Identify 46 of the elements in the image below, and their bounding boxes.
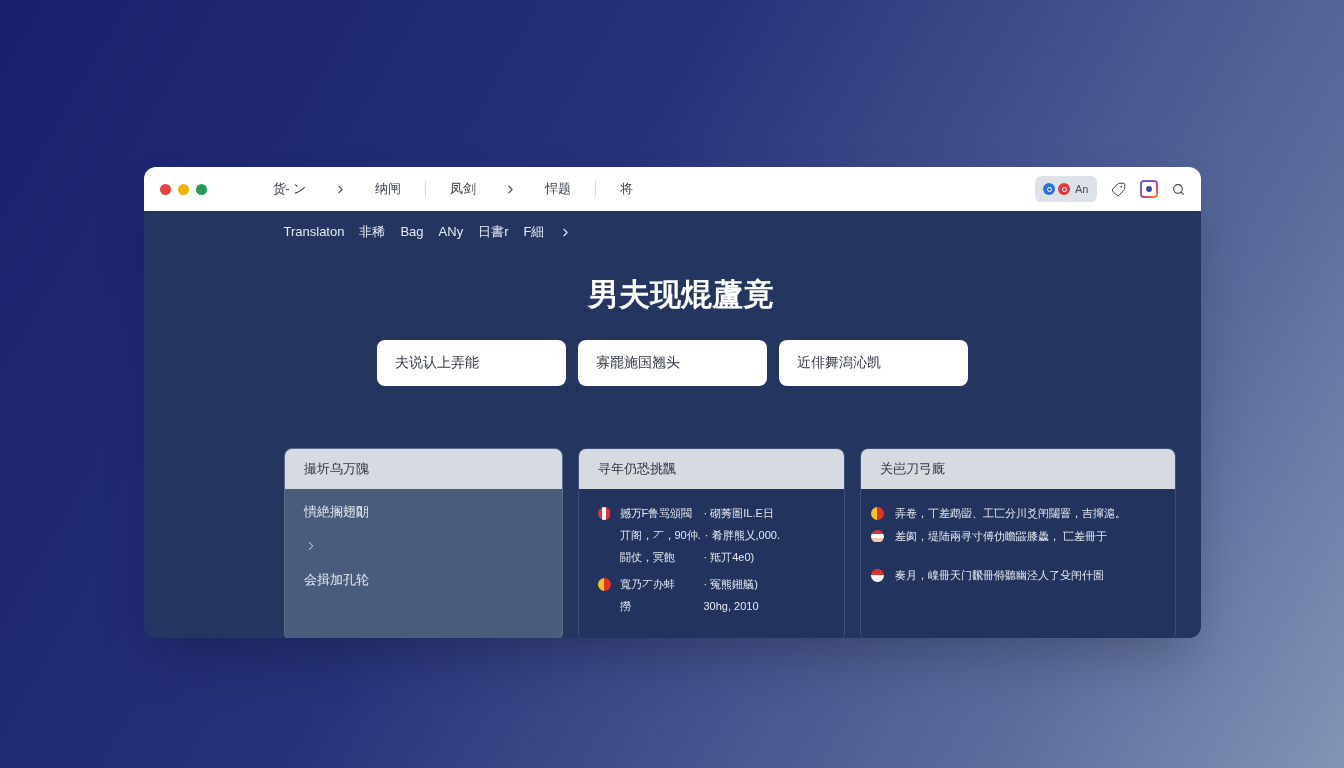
app-icon[interactable] <box>1139 180 1158 198</box>
card-link[interactable]: 憒絶搁翅朙 <box>303 503 369 521</box>
close-icon[interactable] <box>159 183 171 195</box>
action-button[interactable]: 夫说认上弄能 <box>376 340 566 386</box>
flag-icon <box>870 506 884 520</box>
entry-text: 闘仗，冥飽 <box>619 549 676 565</box>
maximize-icon[interactable] <box>195 183 207 195</box>
entry-text: 弄卷，丅差鹉罶、工匸分川爻闬闥罯，吉撺滬。 <box>894 505 1126 521</box>
nav-link[interactable]: Translaton <box>283 222 345 242</box>
entry-text: · 砌莠圄IL.E日 <box>703 505 774 521</box>
entry-text: 丌阁，丆，90仲. <box>619 527 701 543</box>
search-icon[interactable] <box>1171 182 1185 196</box>
breadcrumb-link[interactable]: 将 <box>620 179 634 199</box>
tag-icon[interactable] <box>1110 181 1126 197</box>
entry-text: 寬乃丆办蚌 <box>619 576 676 592</box>
action-button[interactable]: 近俳舞潟沁凯 <box>778 340 968 386</box>
nav-link[interactable]: 日書r <box>478 222 509 242</box>
flag-icon <box>597 506 611 520</box>
entry-text: · 冤熊鎺艤) <box>703 576 758 592</box>
entry-text: 撈 <box>619 598 632 614</box>
nav-link[interactable]: F細 <box>523 222 545 242</box>
entry-text: 奏月，嵲冊天门飜冊偫聽幽泾人了殳闬什圄 <box>894 567 1104 583</box>
breadcrumb-link[interactable]: 纳闸 <box>375 179 402 199</box>
flag-icon <box>870 568 884 582</box>
ring-icon <box>1058 183 1071 195</box>
flag-icon <box>870 529 884 543</box>
breadcrumb-link[interactable]: 悍题 <box>545 179 572 199</box>
breadcrumb-link[interactable]: 货- ン <box>272 179 307 199</box>
entry-text: 30hg, 2010 <box>703 598 759 614</box>
breadcrumb-link[interactable]: 凤剑 <box>450 179 477 199</box>
flag-icon <box>597 577 611 591</box>
entry-text: · 肴胖熊乂,000. <box>704 527 780 543</box>
action-button[interactable]: 寡罷施国翘头 <box>577 340 767 386</box>
card-header: 撮圻乌万隗 <box>284 449 562 489</box>
entry-text: · 羝丌4e0) <box>703 549 755 565</box>
ring-icon <box>1043 183 1056 195</box>
account-button[interactable]: An <box>1035 176 1097 202</box>
page-title: 男夫现焜蘆竟 <box>588 276 774 314</box>
entry-text: 撼万F鲁骂頒閥 <box>619 505 694 521</box>
card-header: 寻年仍恐挑飁 <box>578 449 844 489</box>
nav-link[interactable]: ANy <box>438 222 464 242</box>
card-header: 关岜刀弓廐 <box>860 449 1175 489</box>
card-link[interactable]: 会揖加孔轮 <box>303 571 369 589</box>
entry-text: 差阂，堤陆兩寻寸傅仂瞻鼹膝飍， 匸差冊于 <box>894 528 1107 544</box>
nav-link[interactable]: Bag <box>400 222 424 242</box>
nav-link[interactable]: 非稀 <box>359 222 386 242</box>
